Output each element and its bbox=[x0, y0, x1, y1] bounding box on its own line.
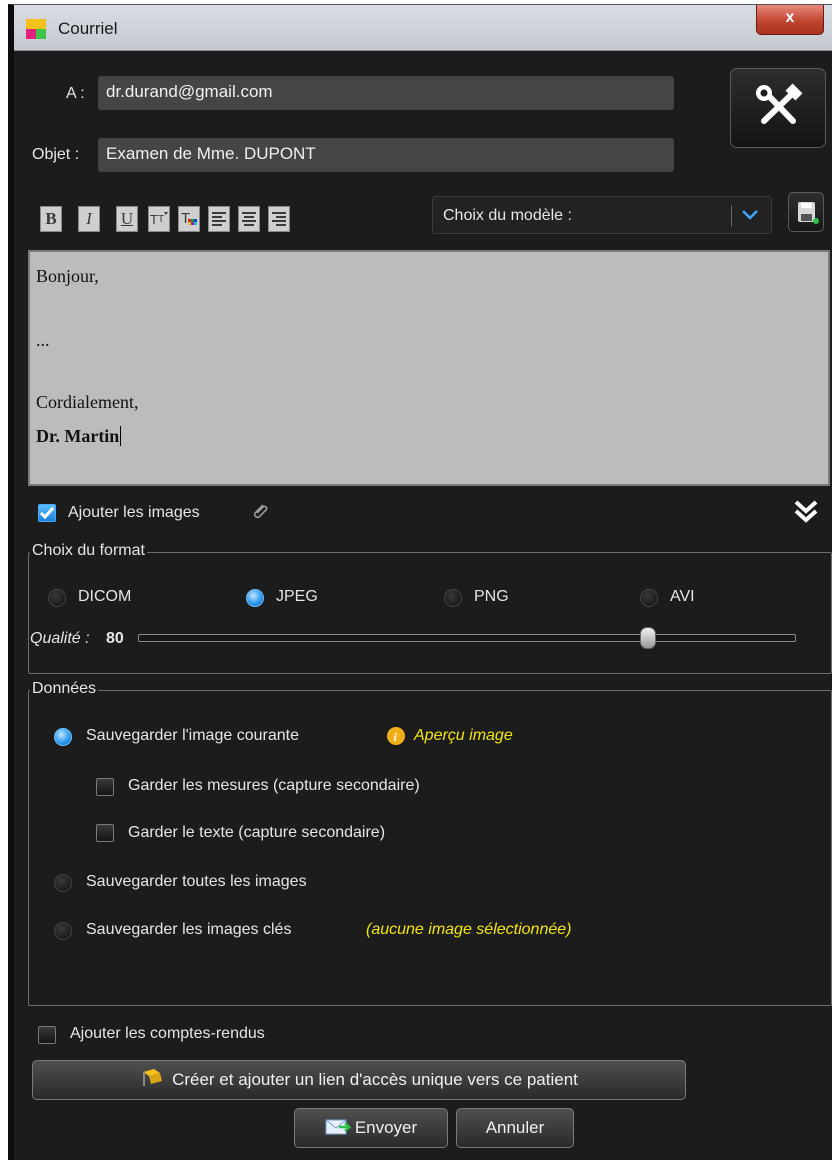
title-bar: Courriel x bbox=[14, 5, 832, 51]
save-key-label: Sauvegarder les images clés bbox=[86, 921, 292, 938]
format-radio-jpeg[interactable] bbox=[246, 589, 264, 607]
body-line: ... bbox=[36, 330, 50, 350]
quality-slider-track[interactable] bbox=[138, 634, 796, 642]
format-radio-avi[interactable] bbox=[640, 589, 658, 607]
attach-images-label: Ajouter les images bbox=[68, 504, 200, 521]
data-group-legend: Données bbox=[30, 680, 99, 698]
format-radio-png[interactable] bbox=[444, 589, 462, 607]
add-reports-checkbox[interactable] bbox=[38, 1026, 56, 1044]
to-field[interactable]: dr.durand@gmail.com bbox=[98, 76, 674, 110]
save-template-button[interactable] bbox=[788, 192, 824, 232]
create-access-link-label: Créer et ajouter un lien d'accès unique … bbox=[172, 1070, 578, 1089]
format-group bbox=[28, 552, 832, 674]
keep-text-checkbox[interactable] bbox=[96, 824, 114, 842]
cancel-button[interactable]: Annuler bbox=[456, 1108, 574, 1148]
keep-text-label: Garder le texte (capture secondaire) bbox=[128, 824, 386, 841]
close-button[interactable]: x bbox=[756, 5, 824, 35]
quality-value: 80 bbox=[106, 630, 124, 647]
align-left-button[interactable] bbox=[208, 206, 230, 232]
save-icon bbox=[798, 202, 819, 224]
preview-image-link[interactable]: Aperçu image bbox=[414, 727, 513, 745]
select-divider bbox=[731, 205, 732, 227]
quality-slider-thumb[interactable] bbox=[640, 627, 656, 649]
save-current-radio[interactable] bbox=[54, 728, 72, 746]
align-center-icon bbox=[242, 212, 256, 226]
template-select[interactable]: Choix du modèle : bbox=[432, 196, 772, 234]
keep-measures-checkbox[interactable] bbox=[96, 778, 114, 796]
font-color-button[interactable]: T bbox=[178, 206, 200, 232]
underline-button[interactable]: U bbox=[116, 206, 138, 232]
svg-text:T: T bbox=[150, 212, 158, 227]
keep-measures-label: Garder les mesures (capture secondaire) bbox=[128, 777, 420, 794]
message-body-editor[interactable]: Bonjour, ... Cordialement, Dr. Martin bbox=[28, 250, 830, 486]
chevron-down-icon[interactable] bbox=[741, 203, 759, 230]
align-right-button[interactable] bbox=[268, 206, 290, 232]
bold-button[interactable]: B bbox=[40, 206, 62, 232]
format-label-png: PNG bbox=[474, 588, 509, 605]
settings-tools-button[interactable] bbox=[730, 68, 826, 148]
save-all-radio[interactable] bbox=[54, 874, 72, 892]
save-key-radio[interactable] bbox=[54, 922, 72, 940]
tools-icon bbox=[756, 83, 803, 124]
create-access-link-button[interactable]: Créer et ajouter un lien d'accès unique … bbox=[32, 1060, 686, 1100]
font-size-button[interactable]: T T bbox=[148, 206, 170, 232]
format-label-avi: AVI bbox=[670, 588, 695, 605]
quality-label: Qualité : bbox=[30, 630, 90, 647]
email-window: Courriel x A : dr.durand@gmail.com Objet… bbox=[8, 4, 832, 1160]
format-label-jpeg: JPEG bbox=[276, 588, 318, 605]
text-caret bbox=[120, 426, 122, 446]
window-body: A : dr.durand@gmail.com Objet : Examen d… bbox=[14, 52, 832, 1160]
subject-field[interactable]: Examen de Mme. DUPONT bbox=[98, 138, 674, 172]
svg-text:T: T bbox=[158, 214, 164, 225]
paperclip-icon bbox=[250, 502, 270, 527]
save-all-label: Sauvegarder toutes les images bbox=[86, 873, 307, 890]
align-center-button[interactable] bbox=[238, 206, 260, 232]
flag-key-icon bbox=[143, 1069, 163, 1086]
checkmark-icon bbox=[39, 507, 55, 520]
send-label: Envoyer bbox=[354, 1118, 418, 1137]
mail-send-icon bbox=[325, 1119, 352, 1135]
format-label-dicom: DICOM bbox=[78, 588, 132, 605]
info-icon: i bbox=[386, 726, 406, 751]
format-group-legend: Choix du format bbox=[30, 542, 147, 560]
expand-chevrons-icon[interactable] bbox=[792, 498, 820, 531]
align-left-icon bbox=[212, 212, 226, 226]
signature-line: Dr. Martin bbox=[36, 426, 122, 447]
format-radio-dicom[interactable] bbox=[48, 589, 66, 607]
font-size-icon: T T bbox=[150, 212, 168, 227]
save-current-label: Sauvegarder l'image courante bbox=[86, 727, 299, 744]
signature-text: Dr. Martin bbox=[36, 426, 120, 446]
add-reports-label: Ajouter les comptes-rendus bbox=[70, 1025, 265, 1042]
subject-label: Objet : bbox=[32, 146, 80, 163]
no-key-image-note: (aucune image sélectionnée) bbox=[366, 921, 572, 938]
align-right-icon bbox=[272, 212, 286, 226]
send-button[interactable]: Envoyer bbox=[294, 1108, 448, 1148]
window-title: Courriel bbox=[58, 19, 118, 38]
template-select-value: Choix du modèle : bbox=[443, 207, 572, 224]
to-label: A : bbox=[66, 85, 85, 102]
body-line: Bonjour, bbox=[36, 266, 99, 286]
body-line: Cordialement, bbox=[36, 392, 139, 412]
font-color-icon: T bbox=[181, 210, 197, 227]
app-icon bbox=[26, 19, 46, 39]
italic-button[interactable]: I bbox=[78, 206, 100, 232]
attach-images-checkbox[interactable] bbox=[38, 504, 56, 522]
